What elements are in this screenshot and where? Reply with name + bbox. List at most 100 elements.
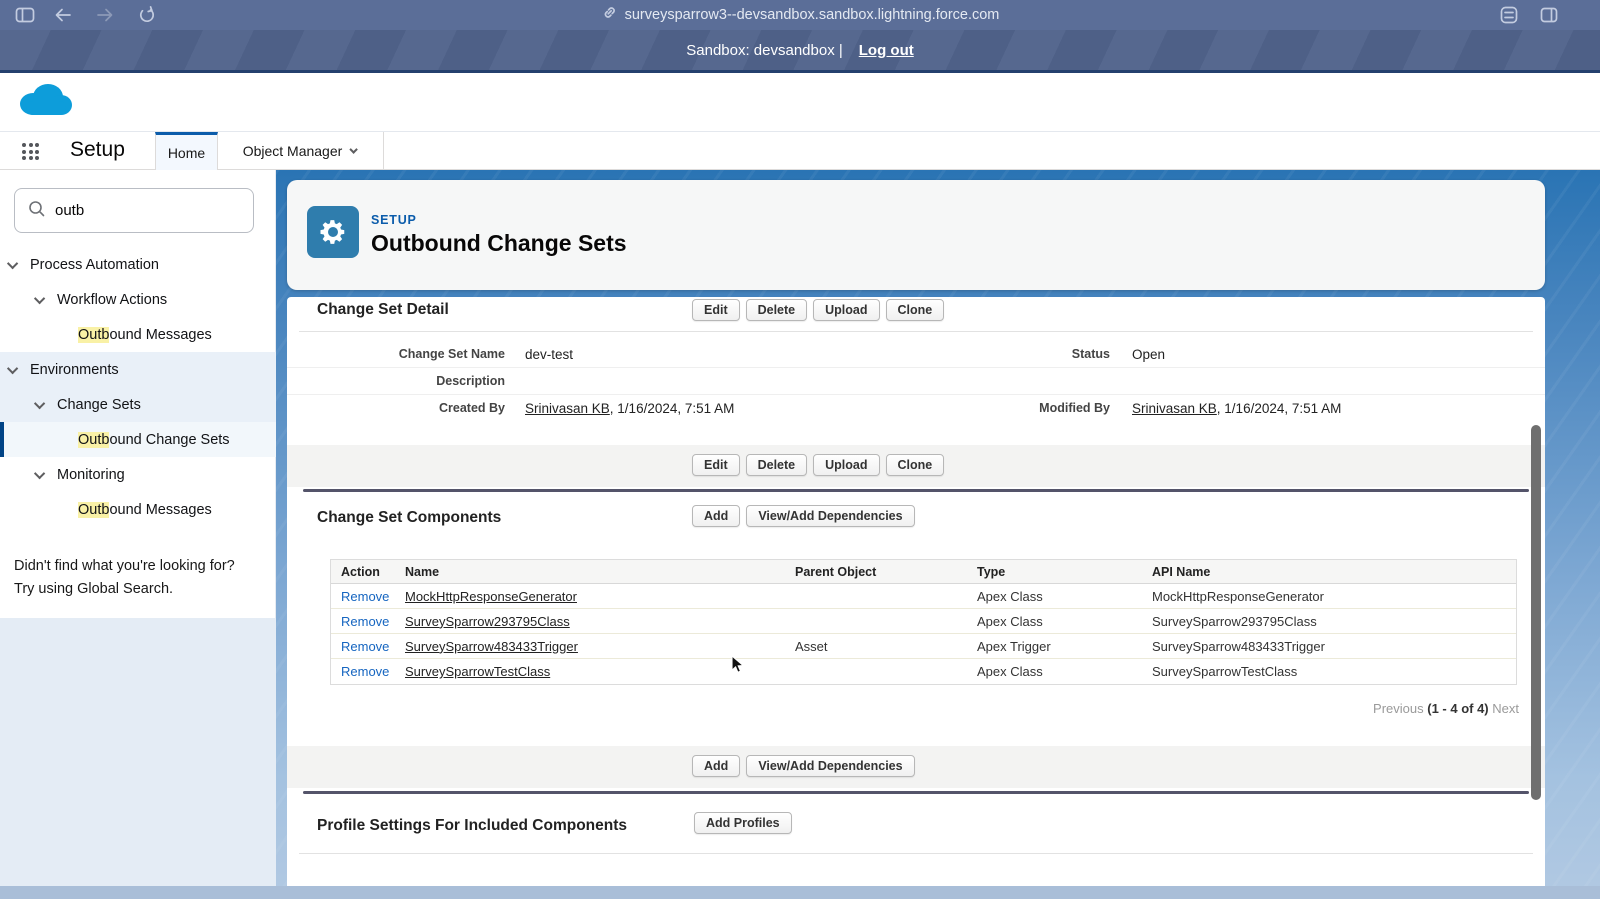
page-header-card: SETUP Outbound Change Sets	[287, 180, 1545, 290]
edit-button[interactable]: Edit	[692, 299, 740, 321]
detail-fields: Change Set Name dev-test Status Open Des…	[287, 341, 1545, 422]
setup-nav-bar: Setup Home Object Manager	[0, 132, 1600, 170]
change-set-name-value: dev-test	[525, 341, 917, 367]
next-page-link[interactable]: Next	[1492, 701, 1519, 716]
field-label: Modified By	[917, 395, 1130, 422]
table-row: Remove SurveySparrowTestClass Apex Class…	[331, 659, 1516, 684]
page-eyebrow: SETUP	[371, 213, 417, 227]
main-region: SETUP Outbound Change Sets Change Set De…	[276, 170, 1600, 886]
window-bottom-edge	[0, 886, 1600, 899]
logout-link[interactable]: Log out	[859, 42, 914, 59]
tab-object-manager[interactable]: Object Manager	[218, 132, 384, 170]
detail-button-band: Edit Delete Upload Clone	[287, 445, 1545, 487]
components-button-band: Add View/Add Dependencies	[287, 746, 1545, 788]
field-label: Created By	[287, 395, 525, 422]
sidebar-item-label: Monitoring	[57, 467, 125, 483]
table-row: Remove SurveySparrow483433Trigger Asset …	[331, 634, 1516, 659]
field-label: Change Set Name	[287, 341, 525, 367]
tab-home-label: Home	[168, 145, 205, 161]
previous-page-link[interactable]: Previous	[1373, 701, 1424, 716]
edit-button[interactable]: Edit	[692, 454, 740, 476]
status-value: Open	[1132, 341, 1165, 367]
chevron-down-icon	[7, 257, 18, 268]
component-name-link[interactable]: SurveySparrow293795Class	[395, 614, 785, 629]
address-bar[interactable]: surveysparrow3--devsandbox.sandbox.light…	[0, 0, 1600, 30]
upload-button[interactable]: Upload	[813, 454, 879, 476]
search-icon	[28, 200, 45, 222]
description-value	[525, 368, 917, 394]
modified-by-link[interactable]: Srinivasan KB	[1132, 401, 1217, 416]
sidebar-item-outbound-change-sets[interactable]: Outbound Change Sets	[0, 422, 276, 457]
component-name-link[interactable]: SurveySparrowTestClass	[395, 664, 785, 679]
type-cell: Apex Trigger	[967, 639, 1142, 654]
component-name-link[interactable]: MockHttpResponseGenerator	[395, 589, 785, 604]
hint-line-2: Try using Global Search.	[14, 578, 235, 601]
sidebar-item-label: Outbound Messages	[78, 502, 212, 518]
pagination: Previous (1 - 4 of 4) Next	[1373, 701, 1519, 716]
delete-button[interactable]: Delete	[746, 454, 808, 476]
tab-object-manager-label: Object Manager	[243, 143, 343, 159]
app-launcher-icon[interactable]	[22, 143, 39, 160]
clone-button[interactable]: Clone	[886, 454, 945, 476]
sidebar-item-label: Outbound Change Sets	[78, 432, 230, 448]
quick-find[interactable]	[14, 188, 254, 233]
table-header-row: Action Name Parent Object Type API Name	[331, 560, 1516, 584]
sidebar-item-label: Process Automation	[30, 257, 159, 273]
add-profiles-button[interactable]: Add Profiles	[694, 812, 792, 834]
upload-button[interactable]: Upload	[813, 299, 879, 321]
app-title: Setup	[70, 132, 125, 170]
delete-button[interactable]: Delete	[746, 299, 808, 321]
split-view-icon[interactable]	[1538, 5, 1560, 25]
components-section-title: Change Set Components	[317, 509, 501, 527]
vertical-scrollbar[interactable]	[1531, 425, 1541, 800]
sidebar-item-environments[interactable]: Environments	[0, 352, 276, 387]
view-add-dependencies-button[interactable]: View/Add Dependencies	[746, 505, 914, 527]
add-button[interactable]: Add	[692, 505, 740, 527]
sidebar-item-outbound-messages[interactable]: Outbound Messages	[0, 317, 276, 352]
remove-link[interactable]: Remove	[331, 614, 395, 629]
modified-by-value: Srinivasan KB, 1/16/2024, 7:51 AM	[1132, 395, 1341, 422]
detail-buttons-top: Edit Delete Upload Clone	[692, 299, 944, 321]
col-api-name: API Name	[1142, 565, 1516, 579]
field-label: Description	[287, 368, 525, 394]
created-by-link[interactable]: Srinivasan KB	[525, 401, 610, 416]
add-button[interactable]: Add	[692, 755, 740, 777]
setup-page-icon	[307, 206, 359, 258]
divider	[299, 853, 1533, 854]
remove-link[interactable]: Remove	[331, 639, 395, 654]
sidebar-item-workflow-actions[interactable]: Workflow Actions	[0, 282, 276, 317]
url-text: surveysparrow3--devsandbox.sandbox.light…	[625, 7, 1000, 23]
sidebar-item-outbound-messages-monitoring[interactable]: Outbound Messages	[0, 492, 276, 527]
profiles-section-title: Profile Settings For Included Components	[317, 817, 627, 835]
reader-settings-icon[interactable]	[1498, 5, 1520, 25]
col-parent-object: Parent Object	[785, 565, 967, 579]
clone-button[interactable]: Clone	[886, 299, 945, 321]
mouse-cursor	[731, 655, 745, 679]
content-panel: Change Set Detail Edit Delete Upload Clo…	[287, 297, 1545, 886]
screen: { "icons": { "help": "?", "star": "★" },…	[0, 0, 1600, 899]
view-add-dependencies-button[interactable]: View/Add Dependencies	[746, 755, 914, 777]
page-range: (1 - 4 of 4)	[1427, 701, 1488, 716]
parent-object-cell: Asset	[785, 639, 967, 654]
sidebar-item-monitoring[interactable]: Monitoring	[0, 457, 276, 492]
components-buttons-top: Add View/Add Dependencies	[692, 505, 915, 527]
api-name-cell: SurveySparrowTestClass	[1142, 664, 1516, 679]
detail-section-title: Change Set Detail	[317, 301, 449, 319]
sidebar-item-change-sets[interactable]: Change Sets	[0, 387, 276, 422]
quick-find-input[interactable]	[55, 202, 225, 219]
col-type: Type	[967, 565, 1142, 579]
remove-link[interactable]: Remove	[331, 664, 395, 679]
tab-home[interactable]: Home	[155, 132, 218, 170]
chevron-down-icon	[34, 467, 45, 478]
section-divider	[303, 489, 1529, 492]
component-name-link[interactable]: SurveySparrow483433Trigger	[395, 639, 785, 654]
api-name-cell: SurveySparrow293795Class	[1142, 614, 1516, 629]
remove-link[interactable]: Remove	[331, 589, 395, 604]
type-cell: Apex Class	[967, 589, 1142, 604]
sidebar-item-process-automation[interactable]: Process Automation	[0, 247, 276, 282]
sidebar-item-label: Change Sets	[57, 397, 141, 413]
sandbox-label: Sandbox: devsandbox |	[686, 42, 843, 59]
field-label: Status	[917, 341, 1130, 367]
salesforce-logo	[12, 77, 78, 132]
global-header: ★ ?	[0, 73, 1600, 132]
